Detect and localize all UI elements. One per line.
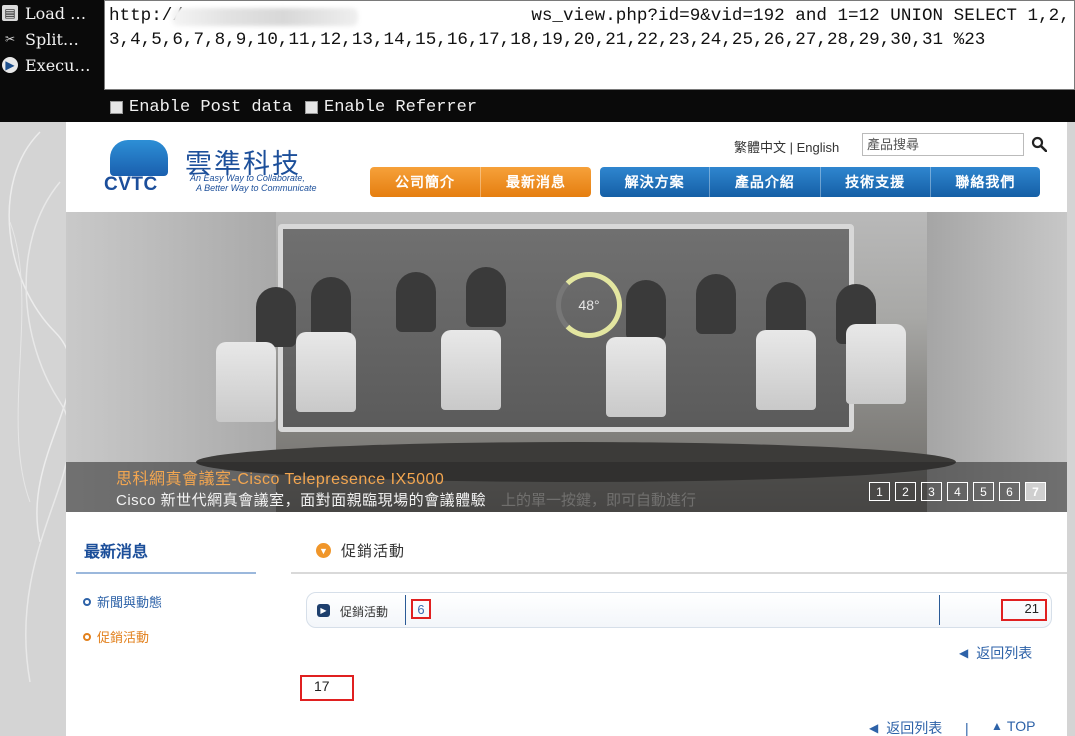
section-header: ▼ 促銷活動 [316,540,405,561]
back-to-list-link-footer[interactable]: ◀ 返回列表 [869,718,942,736]
injected-views-field: 21 [1001,599,1047,621]
back-to-list-link[interactable]: ◀ 返回列表 [959,643,1032,663]
top-label: TOP [1006,718,1036,734]
banner-chair [296,332,356,412]
split-url-label: Split… [25,29,79,49]
hackbar-toolbar: ▤ Load … ✂ Split… ▶ Execu… http:// ws_vi… [0,0,1075,122]
chevron-right-icon: ▶ [317,604,330,617]
triangle-left-icon: ◀ [959,646,969,660]
triangle-up-icon: ▲ [991,719,1003,733]
main-nav-orange: 公司簡介 最新消息 [370,167,591,197]
main-nav-blue: 解決方案 產品介紹 技術支援 聯絡我們 [600,167,1040,197]
sidebar-divider [76,572,256,574]
banner-page-button[interactable]: 1 [869,482,890,501]
circle-bullet-icon [83,632,91,641]
hero-banner: 48° 思科網真會議室-Cisco Telepresence IX5000 上的… [66,212,1067,512]
enable-referrer-checkbox[interactable]: Enable Referrer [305,97,477,117]
injected-date-field: 6 [411,599,431,619]
chevron-down-circle-icon: ▼ [316,543,331,558]
nav-products[interactable]: 產品介紹 [710,167,821,197]
banner-person [466,267,506,327]
banner-person [696,274,736,334]
banner-page-button[interactable]: 3 [921,482,942,501]
split-url-icon: ✂ [4,32,16,46]
info-divider [405,595,406,625]
banner-description: Cisco 新世代網真會議室，面對面親臨現場的會議體驗 [116,492,487,509]
article-info-bar: ▶ 促銷活動 6 21 [306,592,1052,628]
load-url-button[interactable]: ▤ Load … [2,1,102,25]
banner-chair [756,330,816,410]
footer-separator: | [965,720,969,736]
back-to-list-label: 返回列表 [886,720,943,736]
banner-chair [846,324,906,404]
redacted-host-blur [172,8,358,26]
banner-gauge-display: 48° [556,272,622,338]
execute-button[interactable]: ▶ Execu… [2,53,102,77]
sidebar-item-label: 新聞與動態 [97,595,163,610]
circle-bullet-icon [83,597,91,606]
section-title: 促銷活動 [341,543,406,560]
sidebar-item-news[interactable]: 新聞與動態 [83,592,162,611]
cloud-logo-icon [110,140,168,176]
banner-pager: 1 2 3 4 5 6 7 [869,482,1046,501]
banner-person [626,280,666,340]
language-switcher: 繁體中文 | English [734,137,839,156]
logo-text: CVTC [104,174,158,195]
banner-chair [216,342,276,422]
nav-company-intro[interactable]: 公司簡介 [370,167,481,197]
banner-page-button[interactable]: 5 [973,482,994,501]
banner-person [396,272,436,332]
product-search-input[interactable] [862,133,1024,156]
enable-post-checkbox[interactable]: Enable Post data [110,97,292,117]
website-page: CVTC 雲準科技 An Easy Way to Collaborate, A … [66,122,1067,736]
article-category: 促銷活動 [340,605,389,619]
triangle-left-icon: ◀ [869,721,879,735]
search-icon[interactable] [1031,136,1047,152]
load-url-icon: ▤ [2,5,18,21]
sidebar-title: 最新消息 [84,544,149,561]
back-to-list-label: 返回列表 [976,645,1033,661]
page-background-left [0,122,66,736]
brand-slogan-line2: A Better Way to Communicate [196,183,317,193]
sidebar-item-promotions[interactable]: 促銷活動 [83,627,149,646]
page-background-right [1067,122,1075,736]
cvtc-logo[interactable]: CVTC [104,140,174,195]
load-url-label: Load … [25,3,87,23]
execute-icon: ▶ [2,57,18,73]
background-swirl-decoration [8,131,66,683]
lang-english-link[interactable]: English [797,140,840,155]
banner-page-button[interactable]: 6 [999,482,1020,501]
back-to-top-link[interactable]: ▲ TOP [991,718,1035,734]
banner-page-button-active[interactable]: 7 [1025,482,1046,501]
lang-traditional-chinese-link[interactable]: 繁體中文 [734,140,786,155]
banner-chair [441,330,501,410]
nav-latest-news[interactable]: 最新消息 [481,167,591,197]
enable-referrer-label: Enable Referrer [324,97,478,117]
enable-post-label: Enable Post data [129,97,293,117]
injected-content-field: 17 [300,675,354,701]
banner-chair [606,337,666,417]
checkbox-box[interactable] [305,100,318,114]
sidebar-item-label: 促銷活動 [97,630,150,645]
execute-label: Execu… [25,55,91,75]
lang-separator: | [786,140,797,155]
nav-contact-us[interactable]: 聯絡我們 [931,167,1040,197]
split-url-button[interactable]: ✂ Split… [2,27,102,51]
info-divider [939,595,940,625]
banner-title[interactable]: 思科網真會議室-Cisco Telepresence IX5000 [116,465,444,489]
banner-person [256,287,296,347]
banner-person [311,277,351,337]
banner-ghost-text: 上的單一按鍵，即可自動進行 [501,492,697,509]
brand-slogan-line1: An Easy Way to Collaborate, [190,173,305,183]
banner-page-button[interactable]: 4 [947,482,968,501]
section-divider [291,572,1067,574]
nav-tech-support[interactable]: 技術支援 [821,167,931,197]
checkbox-box[interactable] [110,100,123,114]
nav-solutions[interactable]: 解決方案 [600,167,711,197]
banner-page-button[interactable]: 2 [895,482,916,501]
